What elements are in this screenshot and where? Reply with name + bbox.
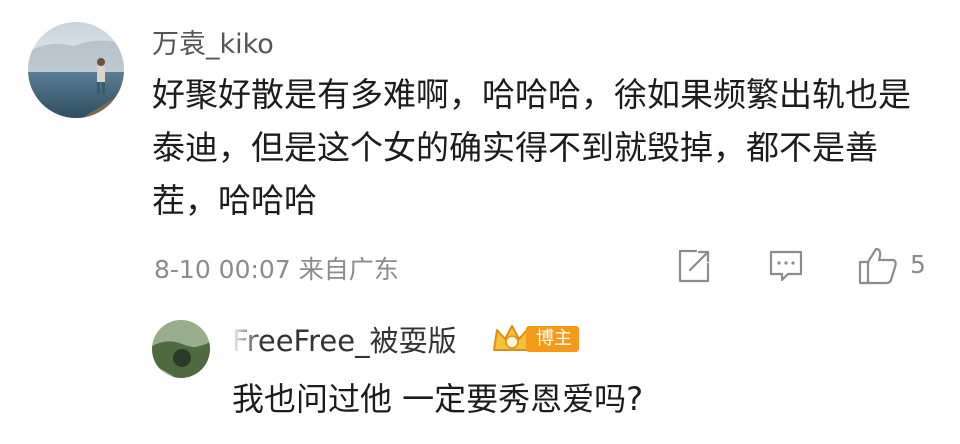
comment-meta: 8-10 00:07 来自广东 (154, 250, 399, 286)
like-count: 5 (910, 250, 926, 279)
commenter-avatar[interactable] (28, 22, 124, 118)
reply-comment-icon[interactable] (766, 246, 806, 286)
comment-timestamp: 8-10 00:07 (154, 255, 291, 284)
replier-username-text: eFree_被耍版 (275, 324, 457, 358)
thumbs-up-icon[interactable] (856, 243, 900, 287)
replier-username[interactable]: FreeFree_被耍版 (232, 318, 457, 360)
reply-text: 我也问过他 一定要秀恩爱吗? (232, 380, 644, 418)
replier-avatar[interactable] (152, 320, 210, 378)
share-icon[interactable] (674, 246, 714, 286)
comment-text: 好聚好散是有多难啊，哈哈哈，徐如果频繁出轨也是泰迪，但是这个女的确实得不到就毁掉… (152, 75, 911, 220)
commenter-username[interactable]: 万袁_kiko (152, 22, 274, 61)
blogger-badge: 博主 (490, 320, 579, 356)
blogger-badge-label: 博主 (526, 326, 579, 352)
replier-username-faded: Fre (232, 324, 276, 358)
comment-location: 来自广东 (298, 255, 399, 284)
